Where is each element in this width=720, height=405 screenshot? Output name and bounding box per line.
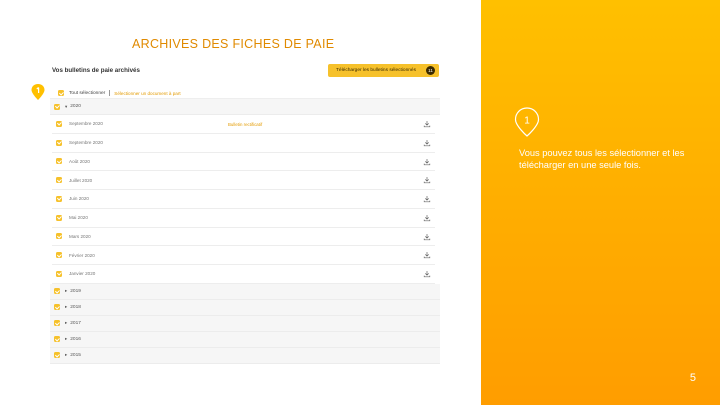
select-all-checkbox[interactable] [58, 90, 64, 96]
orange-side-panel: 1 Vous pouvez tous les sélectionner et l… [481, 0, 720, 405]
download-selected-button[interactable]: Télécharger les bulletins sélectionnés 1… [328, 64, 439, 77]
year-row-2015[interactable]: ▸ 2015 [50, 347, 440, 364]
download-icon[interactable] [423, 158, 431, 166]
slide-title: ARCHIVES DES FICHES DE PAIE [132, 37, 335, 51]
month-checkbox[interactable] [56, 270, 62, 277]
month-checkbox[interactable] [56, 195, 62, 202]
archive-title: Vos bulletins de paie archivés [52, 67, 140, 74]
year-label: 2018 [70, 304, 81, 310]
caret-right-icon[interactable]: ▸ [65, 304, 67, 310]
month-label: Septembre 2020 [69, 121, 103, 127]
month-label: Juillet 2020 [69, 177, 93, 183]
month-label: Février 2020 [69, 252, 95, 258]
month-label: Août 2020 [69, 158, 90, 164]
download-icon[interactable] [423, 195, 431, 203]
year-checkbox[interactable] [54, 336, 60, 343]
caret-right-icon[interactable]: ▸ [65, 352, 67, 358]
download-icon[interactable] [423, 120, 431, 128]
year-label: 2016 [70, 336, 81, 342]
month-checkbox[interactable] [56, 233, 62, 240]
download-icon[interactable] [423, 251, 431, 259]
month-checkbox[interactable] [56, 214, 62, 221]
download-icon[interactable] [423, 214, 431, 222]
month-checkbox[interactable] [56, 139, 62, 146]
month-checkbox[interactable] [56, 158, 62, 165]
download-icon[interactable] [423, 270, 431, 278]
year-checkbox[interactable] [54, 304, 60, 311]
download-icon[interactable] [423, 176, 431, 184]
month-label: Janvier 2020 [69, 271, 96, 277]
month-row: Mai 2020 [52, 208, 435, 228]
select-all-label[interactable]: Tout sélectionner [69, 91, 105, 96]
year-checkbox[interactable] [54, 103, 60, 110]
marker-number: 1 [524, 116, 530, 127]
month-row: Mars 2020 [52, 227, 435, 247]
map-pin-icon [31, 84, 45, 100]
month-label: Mai 2020 [69, 215, 88, 221]
selected-count-badge: 11 [426, 66, 435, 75]
month-row: Février 2020 [52, 246, 435, 265]
select-document-link[interactable]: Sélectionner un document à part [114, 91, 180, 96]
month-row: Juillet 2020 [52, 171, 435, 190]
year-label: 2017 [70, 320, 81, 326]
month-row: Juin 2020 [52, 190, 435, 209]
month-row: Août 2020 [52, 152, 435, 172]
select-all-row: Tout sélectionner Sélectionner un docume… [50, 88, 440, 99]
year-checkbox[interactable] [54, 352, 60, 359]
month-row: Septembre 2020 Bulletin rectificatif [52, 115, 435, 134]
download-selected-label: Télécharger les bulletins sélectionnés [336, 68, 416, 73]
month-checkbox[interactable] [56, 120, 62, 127]
year-row-2018[interactable]: ▸ 2018 [50, 299, 440, 316]
caret-down-icon[interactable]: ▾ [65, 104, 67, 110]
callout-text: Vous pouvez tous les sélectionner et les… [519, 148, 685, 170]
caret-right-icon[interactable]: ▸ [65, 336, 67, 342]
month-label: Mars 2020 [69, 233, 91, 239]
month-label: Septembre 2020 [69, 140, 103, 146]
month-row: Janvier 2020 [52, 265, 435, 284]
year-row-2017[interactable]: ▸ 2017 [50, 315, 440, 332]
month-label: Juin 2020 [69, 196, 89, 202]
app-header: Vos bulletins de paie archivés Télécharg… [50, 58, 440, 88]
year-checkbox[interactable] [54, 288, 60, 295]
year-row-2020[interactable]: ▾ 2020 [50, 99, 440, 115]
month-list: Septembre 2020 Bulletin rectificatif Sep… [50, 115, 440, 284]
year-label: 2020 [70, 104, 81, 109]
year-row-2019[interactable]: ▸ 2019 [50, 283, 440, 300]
year-label: 2019 [70, 288, 81, 294]
year-row-2016[interactable]: ▸ 2016 [50, 331, 440, 348]
month-checkbox[interactable] [56, 252, 62, 259]
year-label: 2015 [70, 352, 81, 358]
download-icon[interactable] [423, 233, 431, 241]
rectification-note: Bulletin rectificatif [228, 122, 263, 127]
caret-right-icon[interactable]: ▸ [65, 320, 67, 326]
year-checkbox[interactable] [54, 320, 60, 327]
page-number: 5 [689, 372, 696, 384]
separator [109, 90, 111, 96]
caret-right-icon[interactable]: ▸ [65, 288, 67, 294]
payslip-archive-app: Vos bulletins de paie archivés Télécharg… [50, 58, 440, 382]
numbered-marker-icon: 1 [514, 107, 540, 137]
download-icon[interactable] [423, 139, 431, 147]
month-checkbox[interactable] [56, 177, 62, 184]
month-row: Septembre 2020 [52, 133, 435, 153]
